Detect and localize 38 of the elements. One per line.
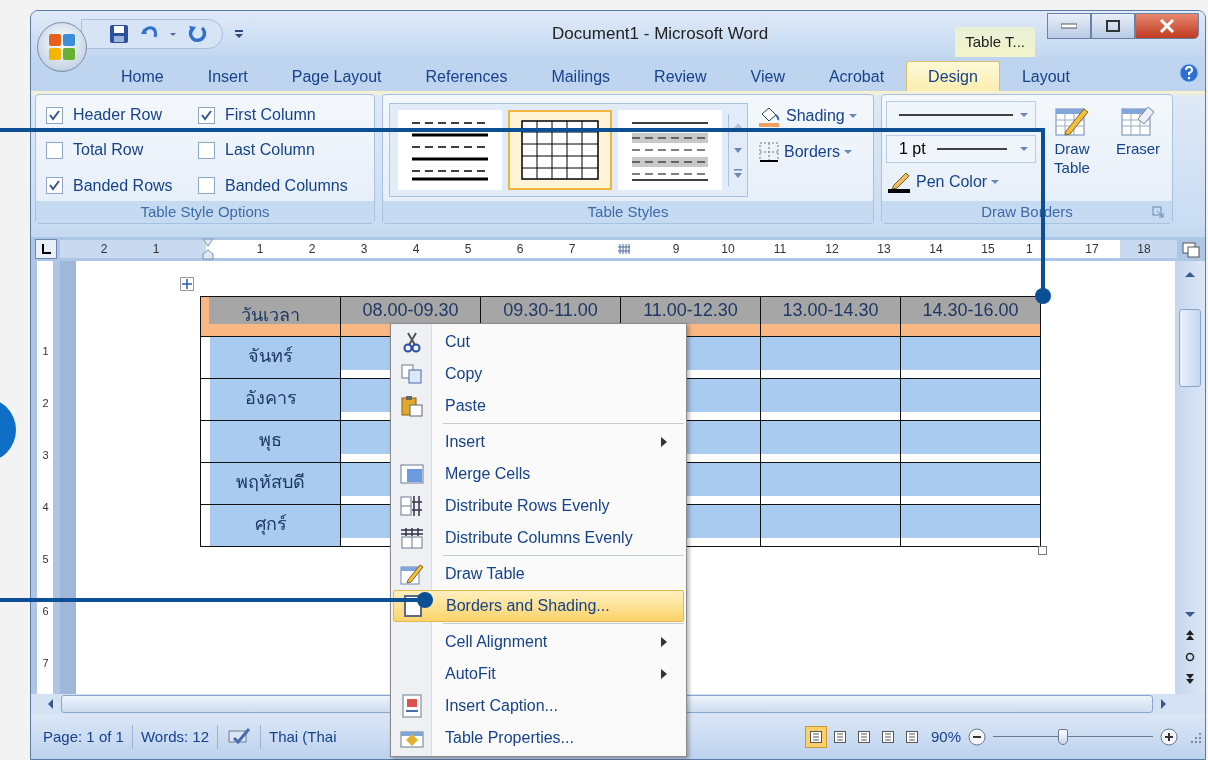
ruler-number: 18	[1136, 242, 1152, 256]
ruler-number: 6	[42, 604, 49, 619]
ruler-number: 4	[42, 500, 49, 515]
ruler-number: 9	[671, 242, 681, 256]
table-cell: พฤหัสบดี	[200, 462, 341, 505]
ruler-number: 15	[980, 242, 996, 256]
ruler-number: 14	[928, 242, 944, 256]
table-header-cell: วันเวลา	[200, 296, 341, 337]
ruler-number: 17	[1084, 242, 1100, 256]
ruler-number: 12	[824, 242, 840, 256]
table-header-cell: 13.00-14.30	[760, 296, 901, 337]
contextual-tab-title: Table T...	[955, 27, 1035, 57]
table-cell: พุธ	[200, 420, 341, 463]
ruler-number: 1	[1026, 242, 1033, 256]
ruler-number: 1	[42, 344, 49, 359]
table-header-cell: 14.30-16.00	[900, 296, 1041, 337]
ruler-number: 3	[359, 242, 369, 256]
table-cell: ศุกร์	[200, 504, 341, 547]
table-cell: จันทร์	[200, 336, 341, 379]
ruler-number: 1	[151, 242, 161, 256]
ruler-number: 3	[42, 448, 49, 463]
ruler-number: 2	[99, 242, 109, 256]
ruler-number: 5	[42, 552, 49, 567]
ruler-number: 5	[463, 242, 473, 256]
ruler-number: 1	[255, 242, 265, 256]
ruler-number: 2	[307, 242, 317, 256]
window-title: Document1 - Microsoft Word	[551, 24, 770, 44]
group-label: Table Styles	[383, 201, 873, 223]
ruler-number: 11	[772, 242, 788, 256]
ruler-number: 13	[876, 242, 892, 256]
ruler-number: 7	[42, 656, 49, 671]
ruler-number: 10	[720, 242, 736, 256]
group-label: Table Style Options	[36, 201, 374, 223]
ruler-number: 2	[42, 396, 49, 411]
ruler-number: 4	[411, 242, 421, 256]
ruler-number: 7	[567, 242, 577, 256]
table-cell: อังคาร	[200, 378, 341, 421]
ruler-number: 6	[515, 242, 525, 256]
